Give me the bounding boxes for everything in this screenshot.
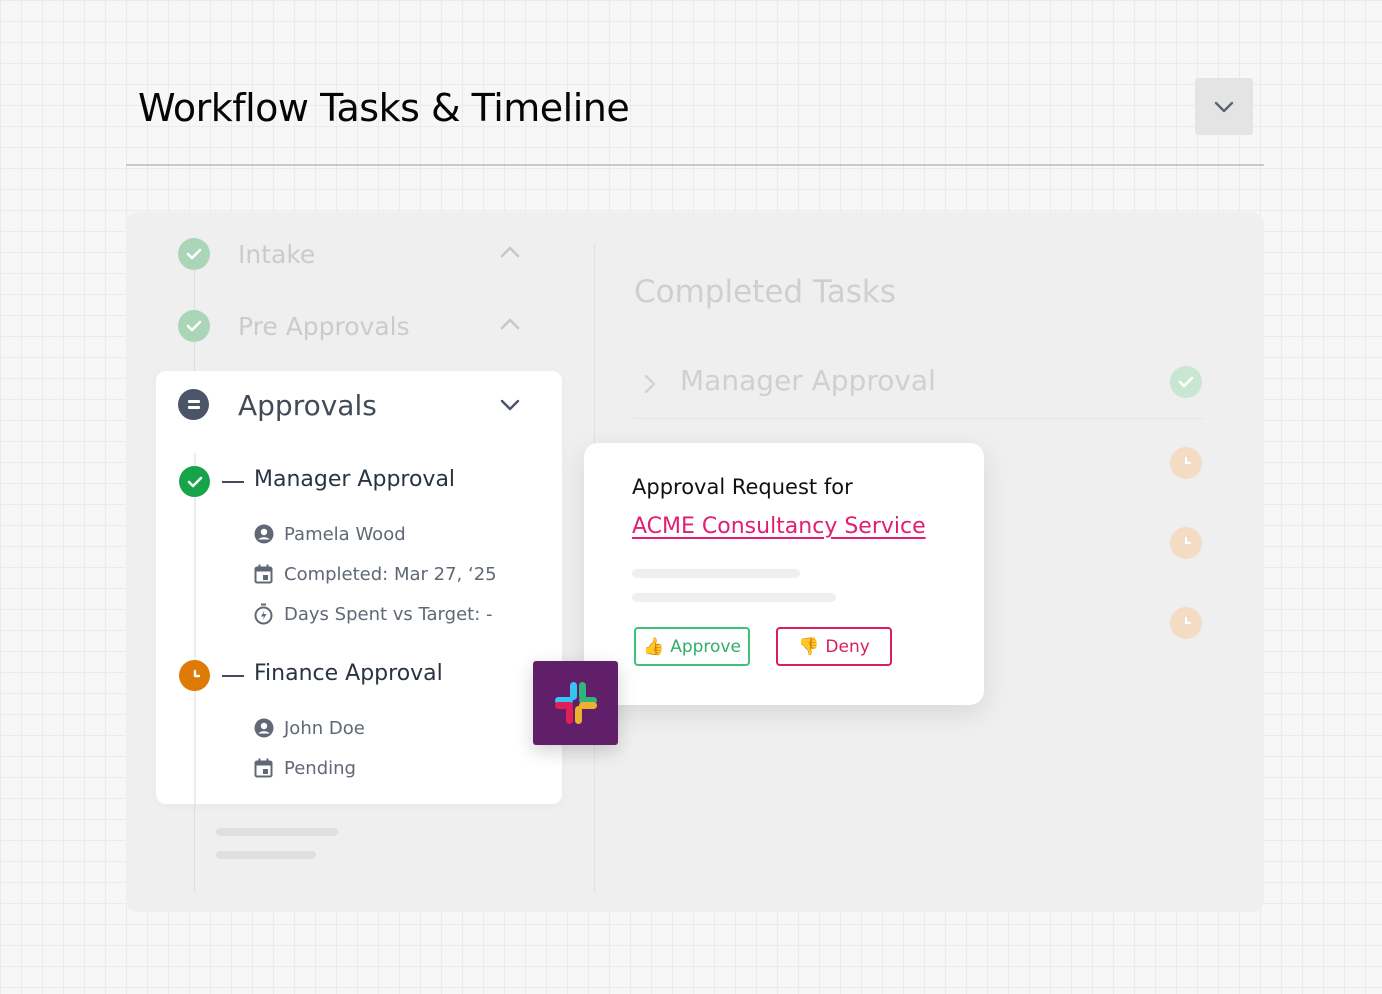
task-date: Completed: Mar 27, ‘25 xyxy=(253,562,497,586)
stage-label: Intake xyxy=(238,239,316,269)
chevron-down-icon xyxy=(1214,101,1234,112)
date-text: Pending xyxy=(284,757,356,779)
calendar-icon xyxy=(253,564,274,585)
chevron-down-icon[interactable] xyxy=(498,393,522,417)
task-connector xyxy=(222,675,244,677)
stage-intake[interactable]: Intake xyxy=(178,234,528,274)
header-dropdown-button[interactable] xyxy=(1195,78,1253,135)
stage-label: Approvals xyxy=(238,389,377,422)
thumbs-up-icon: 👍 xyxy=(643,636,665,657)
task-date: Pending xyxy=(253,756,356,780)
clock-icon xyxy=(1170,447,1202,479)
check-icon xyxy=(178,310,210,342)
skeleton-line xyxy=(632,593,836,602)
user-icon xyxy=(253,524,274,545)
deny-button[interactable]: 👎 Deny xyxy=(776,627,892,666)
clock-icon xyxy=(1170,607,1202,639)
check-icon xyxy=(178,238,210,270)
clock-icon xyxy=(179,660,210,691)
approve-label: Approve xyxy=(670,636,741,657)
completed-task-row[interactable]: Manager Approval xyxy=(634,362,1204,418)
skeleton-line xyxy=(216,828,338,836)
row-divider xyxy=(634,418,1204,419)
slack-logo-icon xyxy=(554,682,597,724)
task-assignee: Pamela Wood xyxy=(253,522,406,546)
timeline-line xyxy=(194,453,196,804)
assignee-name: Pamela Wood xyxy=(284,523,406,545)
task-connector xyxy=(222,481,244,483)
days-text: Days Spent vs Target: - xyxy=(284,603,493,625)
task-name[interactable]: Manager Approval xyxy=(254,467,455,492)
task-name[interactable]: Finance Approval xyxy=(254,661,443,686)
approve-button[interactable]: 👍 Approve xyxy=(634,627,750,666)
chevron-right-icon[interactable] xyxy=(640,372,660,396)
chevron-up-icon[interactable] xyxy=(498,312,522,336)
stopwatch-icon xyxy=(253,603,274,625)
skeleton-line xyxy=(632,569,800,578)
deny-label: Deny xyxy=(825,636,870,657)
assignee-name: John Doe xyxy=(284,717,365,739)
task-assignee: John Doe xyxy=(253,716,365,740)
date-text: Completed: Mar 27, ‘25 xyxy=(284,563,497,585)
chevron-up-icon[interactable] xyxy=(498,240,522,264)
user-icon xyxy=(253,718,274,739)
completed-task-label: Manager Approval xyxy=(680,364,936,397)
clock-icon xyxy=(1170,527,1202,559)
in-progress-icon xyxy=(178,389,209,420)
calendar-icon xyxy=(253,758,274,779)
check-icon xyxy=(179,466,210,497)
approvals-stage-card: Approvals Manager Approval Pamela Wood C… xyxy=(156,371,562,804)
stage-label: Pre Approvals xyxy=(238,311,410,341)
approval-request-card: Approval Request for ACME Consultancy Se… xyxy=(584,443,984,705)
header-divider xyxy=(126,164,1264,166)
request-title: Approval Request for xyxy=(632,475,853,499)
task-days-spent: Days Spent vs Target: - xyxy=(253,602,492,626)
thumbs-down-icon: 👎 xyxy=(798,636,820,657)
skeleton-line xyxy=(216,851,316,859)
completed-tasks-title: Completed Tasks xyxy=(634,274,896,310)
slack-integration-tile xyxy=(533,661,618,745)
stage-pre-approvals[interactable]: Pre Approvals xyxy=(178,306,528,346)
check-icon xyxy=(1170,366,1202,398)
request-link[interactable]: ACME Consultancy Service xyxy=(632,514,926,539)
page-title: Workflow Tasks & Timeline xyxy=(138,86,630,130)
